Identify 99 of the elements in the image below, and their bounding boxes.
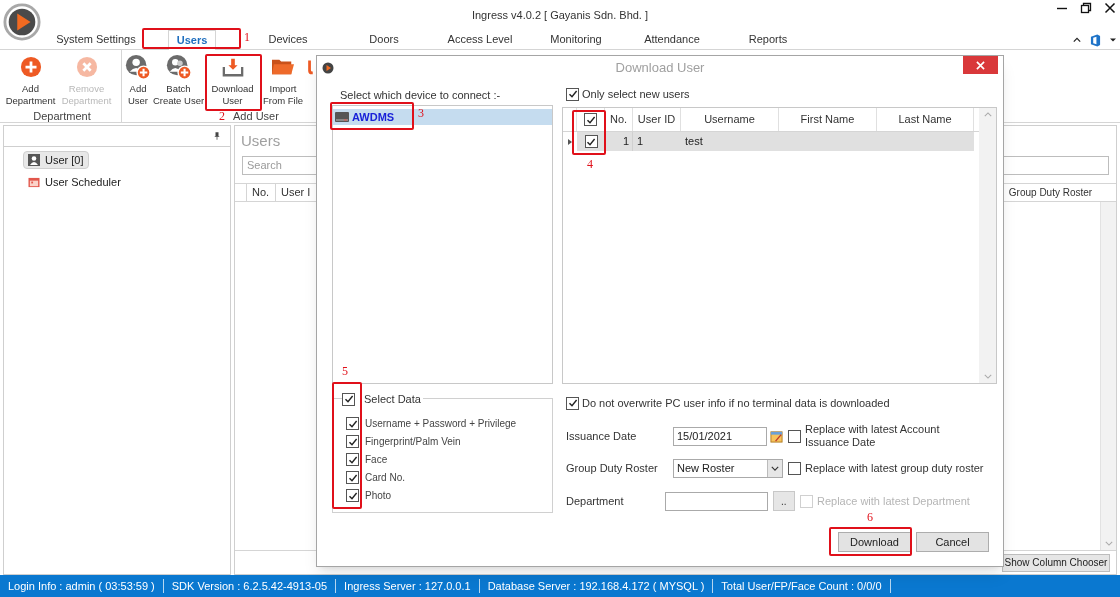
collapse-icon[interactable]	[1073, 36, 1081, 44]
calendar-icon[interactable]	[770, 429, 783, 443]
option-label: Card No.	[365, 471, 405, 485]
status-text: Ingress Server : 127.0.0.1	[336, 579, 480, 593]
dropdown[interactable]: New Roster	[673, 458, 783, 478]
field-label: Issuance Date	[566, 428, 638, 444]
column-header[interactable]: First Name	[779, 108, 877, 131]
close-button[interactable]	[963, 56, 998, 74]
ribbon-button[interactable]: Add Department	[3, 53, 58, 107]
user-icon	[28, 154, 40, 166]
group-label: Department	[33, 109, 91, 122]
status-text: SDK Version : 6.2.5.42-4913-05	[163, 579, 337, 593]
option-label: Photo	[365, 489, 392, 503]
device-prompt: Select which device to connect :-	[339, 88, 502, 101]
option-label: Replace with latest group duty roster	[805, 461, 985, 475]
add-user-icon	[125, 54, 151, 80]
column-header[interactable]: Last Name	[877, 108, 974, 131]
calendar-icon	[28, 176, 40, 188]
annotation-number: 1	[244, 30, 250, 44]
column-header[interactable]: User ID	[633, 108, 681, 131]
download-icon	[221, 56, 244, 78]
dialog-button[interactable]: Download	[838, 532, 911, 552]
column-header[interactable]: No.	[605, 108, 633, 131]
add-circle-icon	[19, 56, 42, 78]
option-label: Replace with latest Department	[817, 494, 971, 508]
date-field[interactable]: 15/01/2021	[673, 426, 767, 446]
app-icon	[322, 62, 334, 74]
tree-item[interactable]: User [0]	[23, 151, 89, 169]
checkbox[interactable]	[346, 435, 359, 448]
app-logo	[3, 3, 41, 41]
table-cell-text: 1	[636, 134, 645, 150]
device-icon	[335, 111, 349, 123]
ribbon-button[interactable]: Batch Create User	[152, 53, 205, 107]
checkbox[interactable]	[346, 489, 359, 502]
field-label: Group Duty Roster	[566, 460, 659, 476]
field-label: Department	[566, 493, 625, 509]
checkbox[interactable]	[566, 396, 579, 410]
scrollbar[interactable]	[1100, 202, 1116, 550]
add-users-icon	[165, 54, 192, 80]
annotation-box	[205, 54, 262, 111]
tab[interactable]: Users	[167, 30, 217, 50]
checkbox[interactable]	[342, 392, 355, 406]
close-icon	[976, 60, 985, 70]
column-chooser-button[interactable]: Show Column Chooser	[1002, 553, 1110, 572]
tab[interactable]: Reports	[740, 30, 796, 49]
table-cell: 1	[605, 132, 633, 151]
group-label: Add User	[233, 109, 279, 122]
option-label: Only select new users	[582, 86, 690, 102]
dropdown-icon[interactable]	[1110, 37, 1116, 43]
checkbox[interactable]	[566, 87, 579, 101]
group-title: Select Data	[364, 392, 421, 407]
option-label: Do not overwrite PC user info if no terminal data is downloaded	[582, 395, 890, 411]
checkbox[interactable]	[788, 461, 801, 475]
option-label: Fingerprint/Palm Vein	[365, 435, 461, 449]
tab[interactable]: Monitoring	[542, 30, 610, 49]
ribbon-button[interactable]: Download User	[206, 53, 259, 107]
annotation-number: 3	[418, 106, 424, 120]
tree-item[interactable]: User Scheduler	[23, 173, 126, 191]
annotation-box	[572, 110, 606, 155]
dialog-button[interactable]: Cancel	[916, 532, 989, 552]
ribbon-button[interactable]: Import From File	[260, 53, 306, 107]
tab[interactable]: System Settings	[48, 30, 144, 49]
annotation-number: 5	[342, 364, 348, 378]
ribbon-button[interactable]: Add User	[125, 53, 151, 107]
tab[interactable]: Attendance	[636, 30, 708, 49]
close-icon[interactable]	[1104, 2, 1116, 14]
checkbox[interactable]	[788, 429, 801, 443]
tab[interactable]: Devices	[260, 30, 316, 49]
status-text: Total User/FP/Face Count : 0/0/0	[713, 579, 891, 593]
tab[interactable]: Access Level	[439, 30, 521, 49]
table-cell-text: test	[684, 134, 704, 150]
column-header[interactable]: Username	[681, 108, 779, 131]
column-header[interactable]: No.	[247, 184, 276, 201]
pin-icon[interactable]	[214, 132, 220, 140]
dialog-title: Download User	[615, 58, 705, 77]
browse-button[interactable]: ..	[772, 491, 795, 511]
annotation-number: 6	[867, 510, 873, 524]
option-label: Face	[365, 453, 388, 467]
option-label: Username + Password + Privilege	[365, 417, 517, 431]
checkbox[interactable]	[584, 135, 598, 148]
checkbox[interactable]	[584, 113, 597, 126]
remove-circle-icon	[75, 56, 98, 78]
option-label: Replace with latest Account Issuance Date	[805, 423, 941, 449]
restore-icon[interactable]	[1080, 2, 1092, 14]
tab[interactable]: Doors	[361, 30, 407, 49]
checkbox[interactable]	[346, 417, 359, 430]
text-field[interactable]	[665, 491, 768, 511]
table-row[interactable]: 1 1 test	[577, 132, 974, 151]
panel-title: Users	[241, 130, 281, 151]
annotation-number: 2	[219, 109, 225, 123]
office-icon[interactable]	[1090, 33, 1101, 47]
status-text: Database Server : 192.168.4.172 ( MYSQL )	[479, 579, 714, 593]
checkbox[interactable]	[346, 453, 359, 466]
checkbox[interactable]	[346, 471, 359, 484]
row-pointer-icon	[568, 138, 572, 145]
status-text: Login Info : admin ( 03:53:59 )	[0, 579, 164, 593]
window-title: Ingress v4.0.2 [ Gayanis Sdn. Bhd. ]	[471, 7, 649, 23]
caret-icon	[771, 465, 779, 471]
annotation-number: 4	[587, 157, 593, 171]
